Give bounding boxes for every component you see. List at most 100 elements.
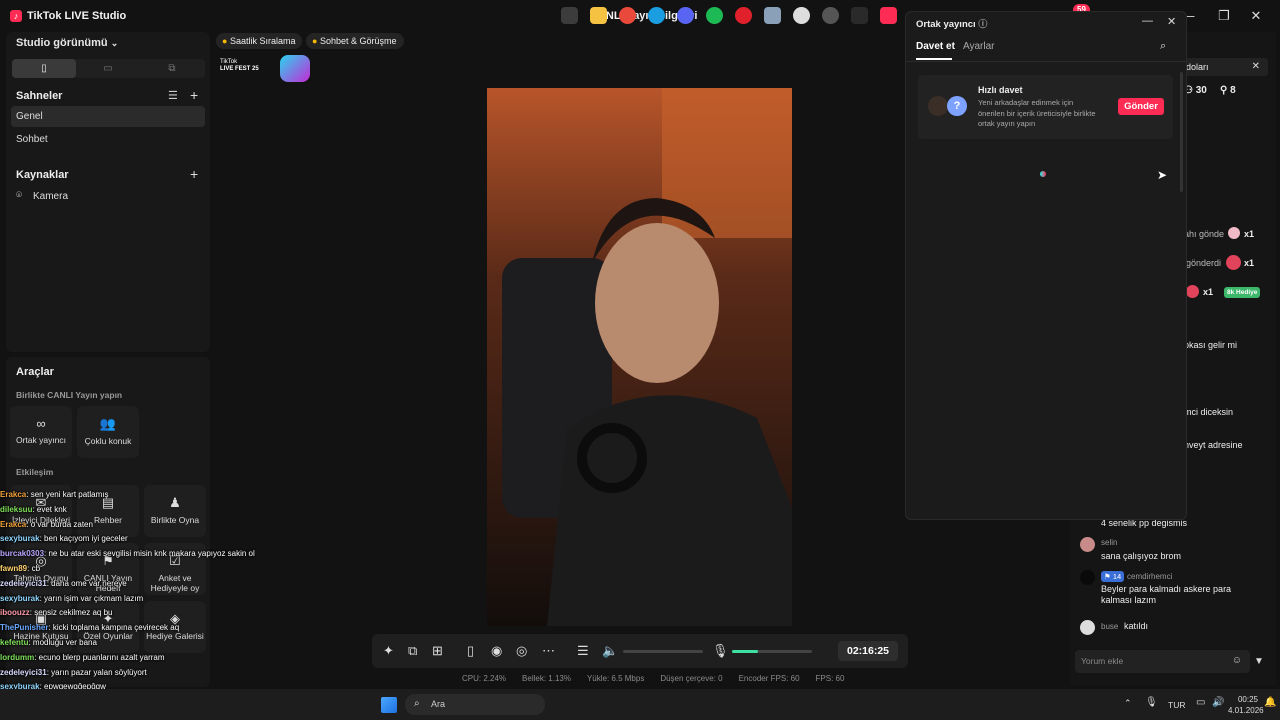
chat-line: Erakca: o var burda zaten [0,518,290,533]
emoji-icon[interactable]: ☺ [1232,655,1242,666]
send-invite-button[interactable]: Gönder [1118,98,1164,115]
maximize-button[interactable]: ❐ [1212,6,1236,26]
spotify-icon[interactable] [706,7,723,24]
scrollbar[interactable] [1180,72,1183,192]
multi-guest-tool-button[interactable]: 👥 Çoklu konuk [77,406,139,458]
app-title: TikTok LIVE Studio [27,10,127,22]
source-item-kamera[interactable]: Kamera [33,191,68,202]
landscape-layout-button[interactable]: ▭ [76,59,140,78]
more-icon[interactable]: ⋯ [542,643,555,659]
speaker-icon[interactable]: 🔈 [602,643,618,659]
question-icon: ? [947,96,967,116]
chat-line: ThePunisher: kicki toplama kampına çevir… [0,621,290,636]
live-timer: 02:16:25 [838,641,898,661]
rose-gift-icon [1186,285,1199,298]
cohost-tool-button[interactable]: ∞ Ortak yayıncı [10,406,72,458]
chat-username[interactable]: kefentu [0,638,28,647]
avatar[interactable] [1080,537,1095,552]
settings-icon[interactable] [793,7,810,24]
chat-username[interactable]: iboouzz [0,608,30,617]
task-view-icon[interactable] [561,7,578,24]
chat-text: : ne bu atar eski sevgilisi misin knk ma… [44,549,255,559]
chat-message: pkası gelir mi [1184,340,1238,350]
list-icon[interactable]: ☰ [168,89,178,102]
filter-icon[interactable]: ▼ [1254,656,1264,667]
phone-icon[interactable]: ▯ [467,643,474,659]
chat-username[interactable]: buse [1101,622,1118,631]
tiktok-live-studio-icon[interactable] [880,7,897,24]
avatar[interactable] [1080,620,1095,635]
avatar[interactable] [1080,570,1095,585]
chat-username[interactable]: dileksuu [0,505,32,514]
minimize-dialog-button[interactable]: — [1142,15,1153,27]
chat-username[interactable]: lordumm [0,653,34,662]
loading-spinner [1040,171,1046,177]
card-description: Yeni arkadaşlar edinmek için önerilen bi… [978,98,1096,128]
tab-invite[interactable]: Davet et [916,41,955,52]
network-icon[interactable]: ▭ [1196,697,1205,708]
volume-icon[interactable]: 🔊 [1212,697,1224,708]
chat-icon: ● [312,36,318,46]
chat-username[interactable]: burcak0303 [0,549,44,558]
clock[interactable]: 00:25 4.01.2026 [1228,694,1264,716]
dual-layout-button[interactable]: ⧉ [140,59,204,78]
tab-settings[interactable]: Ayarlar [963,41,995,52]
chat-username[interactable]: sexyburak [0,534,40,543]
steam-icon[interactable] [822,7,839,24]
add-scene-button[interactable]: + [190,87,198,103]
chat-line: fawn89: cb [0,562,290,577]
close-dialog-button[interactable]: ✕ [1167,15,1176,28]
volume-slider[interactable] [623,650,703,653]
sliders-icon[interactable]: ☰ [577,643,589,659]
windows-start-icon[interactable] [381,697,397,713]
chat-username[interactable]: Erakca [0,520,26,529]
notification-bell-icon[interactable]: 🔔 [1264,697,1276,708]
comment-input[interactable]: Yorum ekle ☺ [1075,650,1250,673]
language-indicator[interactable]: TUR [1168,700,1185,710]
close-window-button[interactable]: ✕ [1244,6,1268,26]
chat-username[interactable]: fawn89 [0,564,27,573]
studio-view-dropdown[interactable]: Studio görünümü ⌄ [16,37,118,49]
scenes-header: Sahneler [16,90,63,102]
mic-slider[interactable] [732,650,812,653]
search-icon[interactable]: ⌕ [1160,40,1166,53]
chat-line: iboouzz: sensiz cekilmez aq bu [0,606,290,621]
close-icon[interactable]: ✕ [1252,61,1260,72]
magic-wand-icon[interactable]: ✦ [383,643,394,659]
chrome-icon[interactable] [619,7,636,24]
taskbar [0,689,1280,720]
chat-line: zedeleyici31: yarın pazar yalan söylüyor… [0,666,290,681]
hourly-ranking-chip[interactable]: ● Saatlik Sıralama [216,33,303,49]
chat-username[interactable]: Erakca [0,490,26,499]
scene-item-sohbet[interactable]: Sohbet [16,134,48,145]
add-source-icon[interactable]: ⊞ [432,643,443,659]
record-icon[interactable]: ◉ [491,643,502,659]
chat-username[interactable]: ThePunisher [0,623,48,632]
opera-icon[interactable] [735,7,752,24]
app-icon[interactable] [764,7,781,24]
taskbar-search[interactable]: ⌕ Ara [405,694,545,715]
info-icon[interactable]: ⓘ [978,19,987,29]
search-field[interactable]: doları ✕ [1180,58,1268,76]
discord-icon[interactable] [677,7,694,24]
chat-username[interactable]: selin [1101,538,1117,547]
chat-username[interactable]: zedeleyici31 [0,579,47,588]
chat-username[interactable]: zedeleyici31 [0,668,47,677]
gift-multiplier: x1 [1203,287,1214,297]
tools-header: Araçlar [16,366,54,378]
chat-username[interactable]: cemdirhemci [1127,572,1172,581]
effects-icon[interactable]: ⧉ [408,643,417,659]
microphone-tray-icon[interactable]: 🎙 [1145,697,1158,708]
file-explorer-icon[interactable] [590,7,607,24]
chat-line: zedeleyici31: daha ome var nereye [0,577,290,592]
chat-meeting-chip[interactable]: ● Sohbet & Görüşme [306,33,404,49]
microphone-icon[interactable]: 🎙 [712,643,729,659]
tray-chevron-icon[interactable]: ⌃ [1124,698,1132,709]
edge-icon[interactable] [648,7,665,24]
chat-username[interactable]: sexyburak [0,594,40,603]
camera-settings-icon[interactable]: ◎ [516,643,527,659]
add-source-button[interactable]: + [190,166,198,182]
portrait-layout-button[interactable]: ▯ [12,59,76,78]
live-fest-badge[interactable]: TikTok LIVE FEST 25 [220,55,312,83]
terminal-icon[interactable] [851,7,868,24]
